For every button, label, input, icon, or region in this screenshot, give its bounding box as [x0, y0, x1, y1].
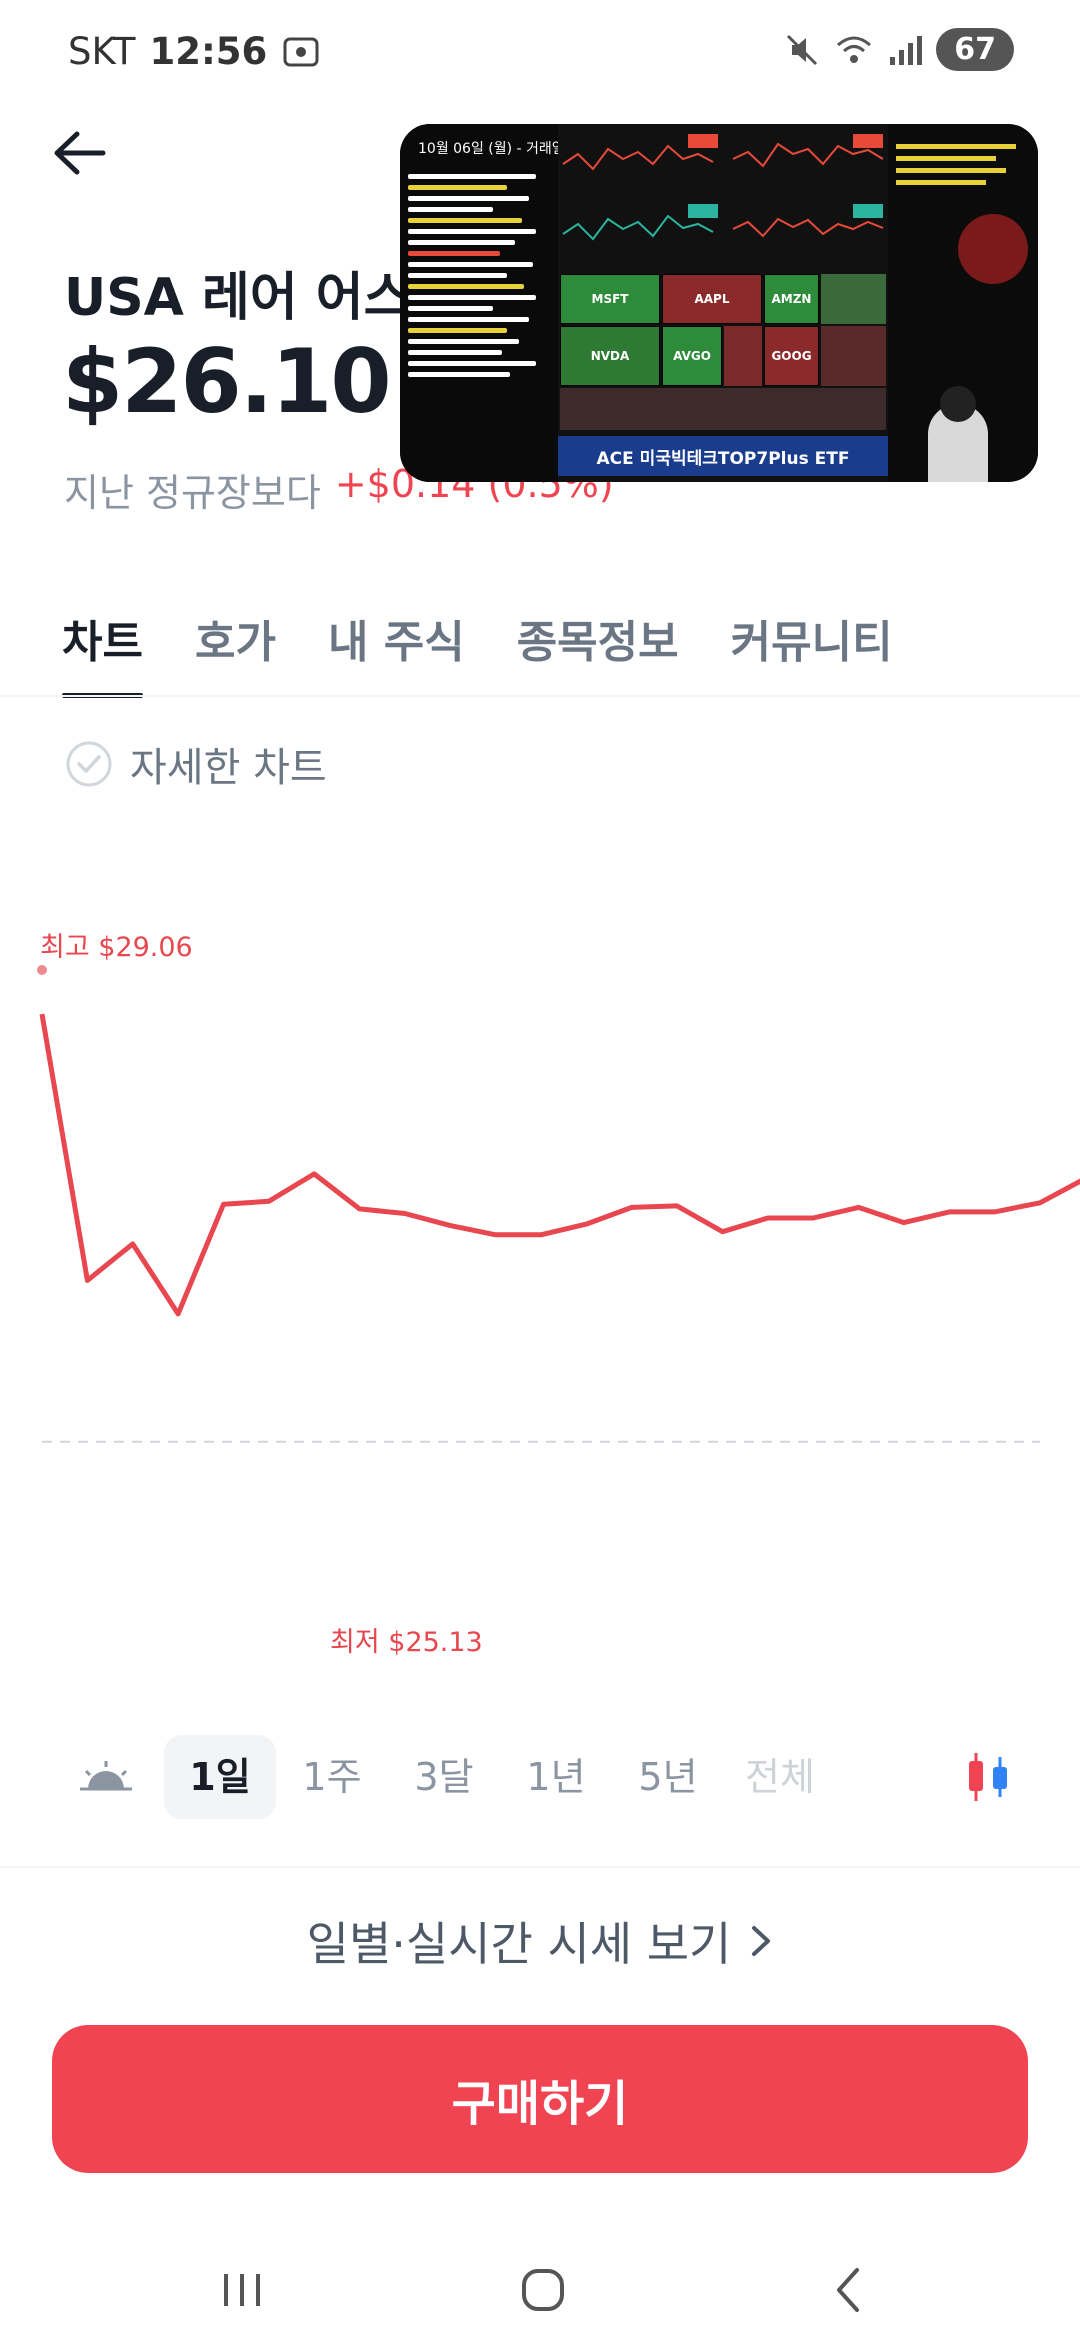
system-back-button[interactable]	[808, 2260, 888, 2320]
system-nav-bar	[0, 2240, 1080, 2340]
period-1y[interactable]: 1년	[500, 1735, 612, 1819]
price-line	[39, 1013, 1080, 1317]
period-1d[interactable]: 1일	[164, 1735, 276, 1819]
signal-icon	[890, 35, 923, 65]
chevron-left-icon	[837, 2268, 859, 2312]
pip-tile-amzn: AMZN	[764, 274, 819, 324]
screenshot-icon	[283, 37, 319, 66]
price-chart[interactable]	[0, 900, 1080, 1650]
back-button[interactable]	[44, 118, 114, 188]
change-label: 지난 정규장보다	[64, 471, 321, 515]
buy-button[interactable]: 구매하기	[52, 2025, 1028, 2173]
period-3m[interactable]: 3달	[388, 1735, 500, 1819]
pip-tile-msft: MSFT	[560, 274, 660, 324]
tabs-divider	[0, 695, 1080, 697]
pip-market-charts: MSFT AAPL AMZN NVDA AVGO GOOG	[558, 124, 888, 482]
period-selector: 1일 1주 3달 1년 5년 전체	[76, 1735, 1016, 1819]
weather-icon	[80, 1761, 132, 1791]
detail-chart-label: 자세한 차트	[130, 745, 327, 791]
daily-realtime-link[interactable]: 일별·실시간 시세 보기	[0, 1908, 1080, 1974]
period-all[interactable]: 전체	[724, 1735, 836, 1819]
pip-tile-nvda: NVDA	[560, 326, 660, 386]
period-5y[interactable]: 5년	[612, 1735, 724, 1819]
pip-mini-charts	[562, 134, 884, 241]
wifi-icon	[837, 36, 872, 63]
pip-tile-avgo: AVGO	[662, 326, 722, 386]
carrier: SKT	[68, 30, 136, 73]
detail-chart-toggle[interactable]: 자세한 차트	[64, 735, 327, 793]
pip-tile-aapl: AAPL	[662, 274, 762, 324]
current-price: $26.10	[62, 330, 392, 433]
pip-tile-goog: GOOG	[764, 326, 819, 386]
status-bar: SKT 12:56 67	[0, 0, 1080, 100]
pip-ad-banner: ACE 미국빅테크TOP7Plus ETF	[558, 436, 888, 476]
period-1w[interactable]: 1주	[276, 1735, 388, 1819]
check-circle-icon	[66, 741, 112, 787]
candlestick-icon[interactable]	[960, 1749, 1016, 1805]
status-time: 12:56	[149, 30, 268, 73]
arrow-left-icon	[54, 131, 106, 175]
tab-community[interactable]: 커뮤니티	[731, 606, 893, 698]
recent-apps-button[interactable]	[202, 2260, 282, 2320]
mute-icon	[787, 34, 818, 65]
high-marker	[37, 965, 47, 975]
tab-bar: 차트 호가 내 주식 종목정보 커뮤니티	[62, 606, 893, 698]
pip-news-panel	[400, 124, 558, 482]
tab-stock-info[interactable]: 종목정보	[517, 606, 679, 698]
sun-icon[interactable]	[76, 1735, 136, 1819]
pip-video-player[interactable]: 10월 06일 (월) - 거래일 기준 MSFT AAPL AMZN NVDA…	[400, 124, 1038, 482]
tab-chart[interactable]: 차트	[62, 606, 143, 698]
battery-indicator: 67	[936, 28, 1014, 71]
tab-my-stock[interactable]: 내 주식	[328, 606, 465, 698]
recent-apps-icon	[224, 2274, 260, 2306]
pip-right-panel	[888, 124, 1038, 482]
section-divider	[0, 1866, 1080, 1868]
price-row: $26.10 36	[62, 330, 457, 433]
daily-link-label: 일별·실시간 시세 보기	[306, 1917, 732, 1971]
chevron-right-icon	[752, 1926, 771, 1956]
stock-name: USA 레어 어스	[64, 268, 412, 328]
tab-order-book[interactable]: 호가	[195, 606, 276, 698]
home-icon	[522, 2269, 564, 2311]
home-button[interactable]	[503, 2260, 583, 2320]
